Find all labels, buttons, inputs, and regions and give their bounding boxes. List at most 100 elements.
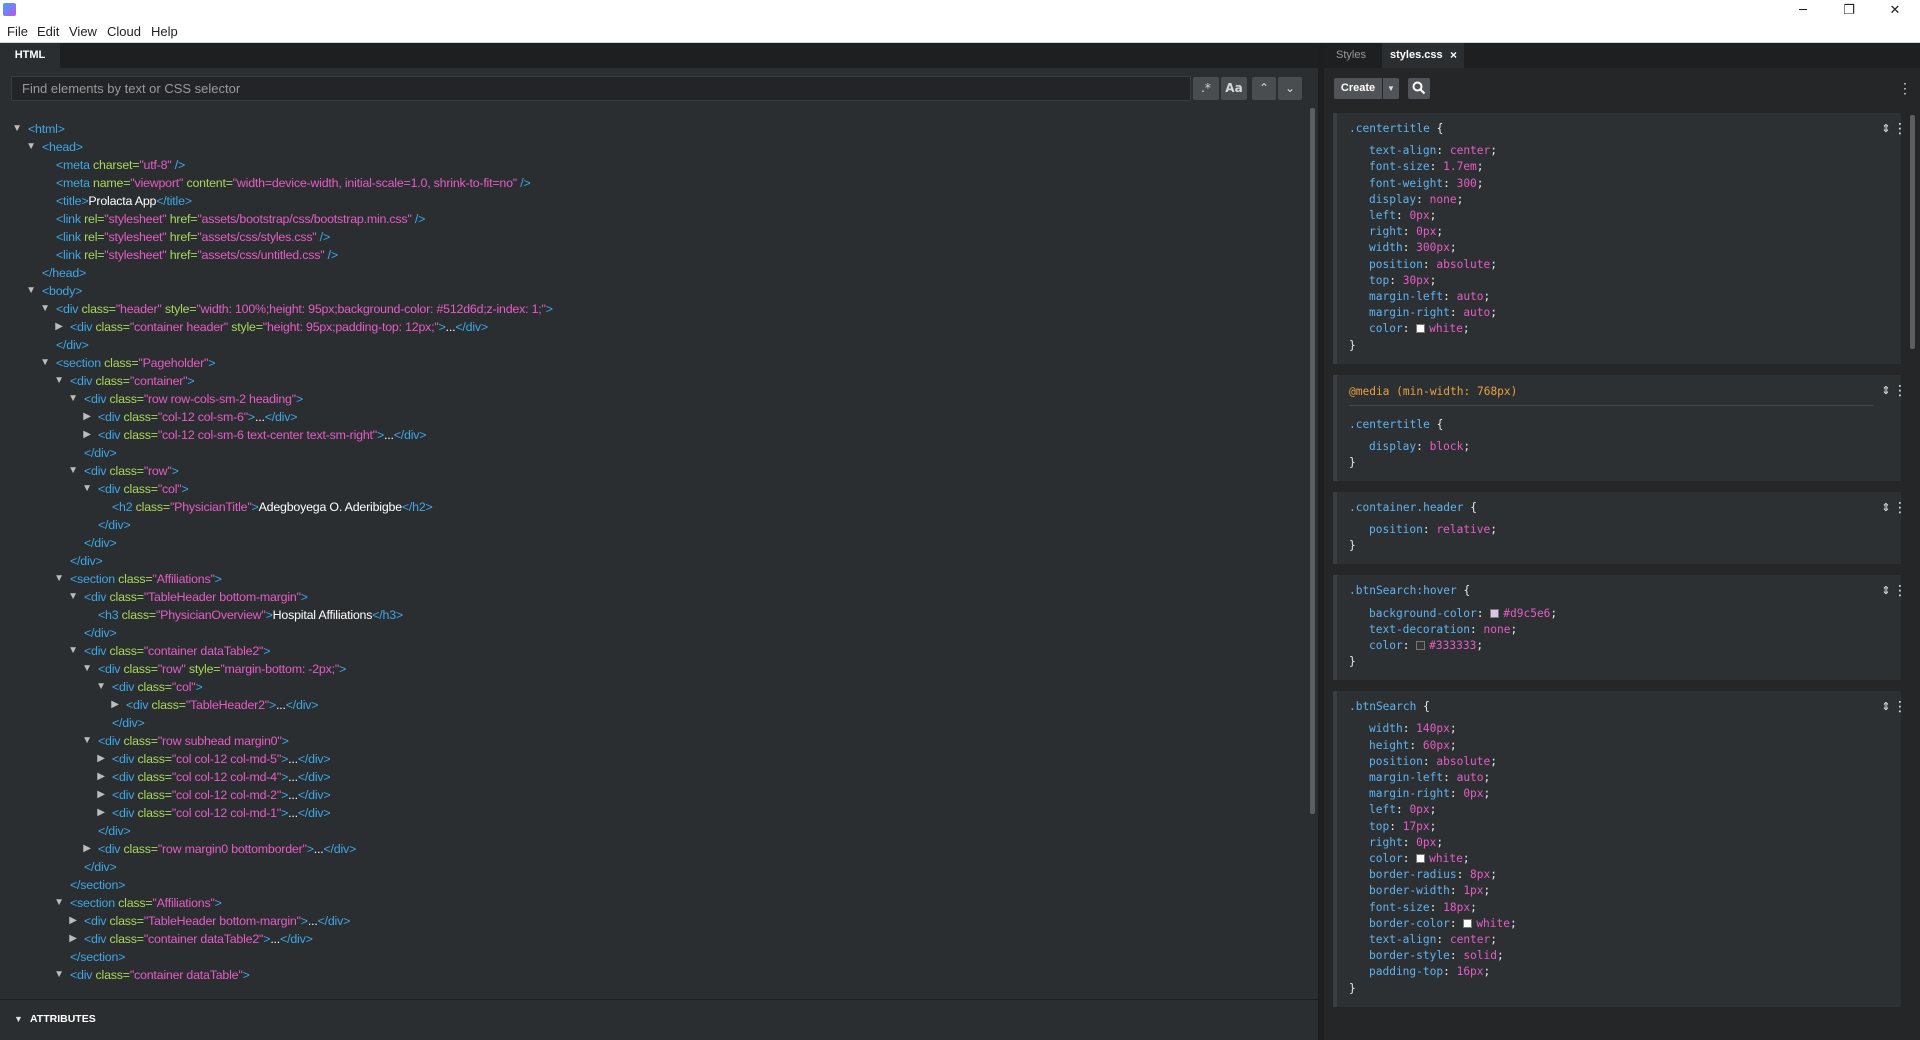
collapse-triangle-icon[interactable]: ▶ bbox=[53, 318, 65, 336]
collapse-triangle-icon[interactable]: ▶ bbox=[109, 696, 121, 714]
menu-file[interactable]: File bbox=[7, 24, 28, 39]
previous-match-button[interactable]: ⌃ bbox=[1252, 77, 1276, 100]
collapse-triangle-icon[interactable]: ▶ bbox=[81, 408, 93, 426]
collapse-triangle-icon[interactable]: ▶ bbox=[67, 930, 79, 948]
rule-options-icon[interactable]: ⋮ bbox=[1889, 121, 1911, 137]
expand-triangle-icon[interactable]: ▼ bbox=[11, 120, 23, 138]
color-swatch[interactable] bbox=[1463, 918, 1473, 928]
collapse-triangle-icon[interactable]: ▶ bbox=[67, 912, 79, 930]
markup-token: > bbox=[171, 464, 179, 478]
menu-edit[interactable]: Edit bbox=[37, 24, 59, 39]
more-options-icon[interactable]: ⋮ bbox=[1898, 78, 1912, 99]
menu-help[interactable]: Help bbox=[151, 24, 178, 39]
expand-triangle-icon[interactable]: ▼ bbox=[95, 678, 107, 696]
css-token: : bbox=[1402, 225, 1417, 239]
rule-options-icon[interactable]: ⋮ bbox=[1889, 699, 1911, 715]
css-rule-block[interactable]: .btnSearch:hover {background-color: #d9c… bbox=[1333, 575, 1907, 681]
css-rule-block[interactable]: .container.header {position: relative;} ⇕… bbox=[1333, 492, 1907, 565]
css-rule-block[interactable]: @media (min-width: 768px) .centertitle {d… bbox=[1333, 374, 1907, 481]
expand-triangle-icon[interactable]: ▼ bbox=[39, 300, 51, 318]
css-rule-block[interactable]: .centertitle {text-align: center; font-si… bbox=[1333, 113, 1907, 364]
color-swatch[interactable] bbox=[1416, 324, 1426, 334]
expand-triangle-icon[interactable]: ▼ bbox=[67, 588, 79, 606]
css-token: ; bbox=[1490, 306, 1498, 320]
match-case-button[interactable]: Aa bbox=[1221, 77, 1247, 100]
expand-triangle-icon[interactable]: ▼ bbox=[81, 480, 93, 498]
css-token: margin-right bbox=[1369, 306, 1450, 320]
css-token: : bbox=[1429, 900, 1444, 914]
css-declaration-line: } bbox=[1349, 654, 1356, 670]
markup-token: </h3> bbox=[372, 608, 403, 622]
expand-triangle-icon[interactable]: ▼ bbox=[53, 966, 65, 984]
expand-triangle-icon[interactable]: ▼ bbox=[25, 138, 37, 156]
tab-styles-css[interactable]: styles.css × bbox=[1382, 43, 1464, 68]
collapse-triangle-icon[interactable]: ▶ bbox=[81, 426, 93, 444]
search-icon[interactable] bbox=[1408, 78, 1430, 99]
close-tab-icon[interactable]: × bbox=[1450, 43, 1457, 68]
color-swatch[interactable] bbox=[1490, 608, 1500, 618]
expand-triangle-icon[interactable]: ▼ bbox=[67, 642, 79, 660]
css-rule-block[interactable]: .btnSearch {width: 140px; height: 60px; po… bbox=[1333, 691, 1907, 1007]
collapse-triangle-icon[interactable]: ▶ bbox=[95, 804, 107, 822]
attributes-section-header[interactable]: ▼ ATTRIBUTES bbox=[0, 1007, 300, 1031]
tab-styles[interactable]: Styles bbox=[1324, 43, 1378, 68]
tree-node-markup: <div class="row subhead margin0"> bbox=[98, 732, 289, 750]
menu-cloud[interactable]: Cloud bbox=[107, 24, 141, 39]
create-dropdown-icon[interactable]: ▼ bbox=[1383, 78, 1399, 99]
css-token: : bbox=[1456, 868, 1471, 882]
markup-token: class= bbox=[121, 608, 156, 622]
css-rules-scrollbar[interactable] bbox=[1910, 115, 1915, 349]
css-token: : bbox=[1402, 241, 1417, 255]
create-button[interactable]: Create bbox=[1334, 78, 1382, 99]
css-declaration-line: right: 0px; bbox=[1349, 224, 1443, 240]
markup-token: /> bbox=[316, 230, 331, 244]
markup-token: <html> bbox=[28, 122, 65, 136]
expand-triangle-icon[interactable]: ▼ bbox=[67, 390, 79, 408]
expand-triangle-icon[interactable]: ▼ bbox=[25, 282, 37, 300]
css-token: font-size bbox=[1369, 900, 1430, 914]
markup-token: "viewport" bbox=[130, 176, 184, 190]
collapse-triangle-icon[interactable]: ▶ bbox=[81, 840, 93, 858]
markup-token: <div bbox=[70, 968, 96, 982]
expand-triangle-icon[interactable]: ▼ bbox=[39, 354, 51, 372]
css-token: color bbox=[1369, 638, 1403, 652]
minimize-button[interactable]: ─ bbox=[1780, 0, 1826, 21]
regex-toggle-button[interactable]: .* bbox=[1193, 77, 1219, 100]
close-window-button[interactable]: ✕ bbox=[1872, 0, 1918, 21]
css-token: ; bbox=[1449, 738, 1457, 752]
css-token: ; bbox=[1456, 192, 1464, 206]
tree-node-markup: <section class="Affiliations"> bbox=[70, 894, 222, 912]
css-token: : bbox=[1416, 439, 1430, 453]
markup-token: style= bbox=[228, 320, 263, 334]
collapse-triangle-icon[interactable]: ▶ bbox=[95, 786, 107, 804]
collapse-triangle-icon[interactable]: ▶ bbox=[95, 750, 107, 768]
maximize-button[interactable]: ❐ bbox=[1826, 0, 1872, 21]
rule-options-icon[interactable]: ⋮ bbox=[1889, 383, 1911, 399]
find-elements-input[interactable] bbox=[11, 76, 1191, 101]
markup-token: ... bbox=[307, 914, 318, 928]
color-swatch[interactable] bbox=[1416, 640, 1426, 650]
expand-triangle-icon[interactable]: ▼ bbox=[81, 732, 93, 750]
markup-token: <div bbox=[70, 320, 96, 334]
expand-triangle-icon[interactable]: ▼ bbox=[53, 894, 65, 912]
color-swatch[interactable] bbox=[1416, 853, 1426, 863]
tab-html[interactable]: HTML bbox=[0, 43, 60, 68]
css-token: ; bbox=[1490, 523, 1498, 537]
css-declaration-line: position: relative; bbox=[1349, 522, 1497, 538]
expand-triangle-icon[interactable]: ▼ bbox=[53, 372, 65, 390]
markup-token: class= bbox=[151, 698, 186, 712]
markup-token: <link bbox=[56, 212, 85, 226]
menu-bar: File Edit View Cloud Help bbox=[0, 21, 1920, 43]
expand-triangle-icon[interactable]: ▼ bbox=[81, 660, 93, 678]
collapse-triangle-icon[interactable]: ▶ bbox=[95, 768, 107, 786]
next-match-button[interactable]: ⌄ bbox=[1278, 77, 1302, 100]
css-token: { bbox=[1456, 584, 1471, 598]
menu-view[interactable]: View bbox=[69, 24, 97, 39]
dom-tree-scrollbar[interactable] bbox=[1310, 108, 1315, 814]
rule-options-icon[interactable]: ⋮ bbox=[1889, 500, 1911, 516]
css-token: 0px bbox=[1409, 209, 1430, 222]
expand-triangle-icon[interactable]: ▼ bbox=[53, 570, 65, 588]
expand-triangle-icon[interactable]: ▼ bbox=[67, 462, 79, 480]
rule-options-icon[interactable]: ⋮ bbox=[1889, 583, 1911, 599]
markup-token: > bbox=[195, 680, 203, 694]
